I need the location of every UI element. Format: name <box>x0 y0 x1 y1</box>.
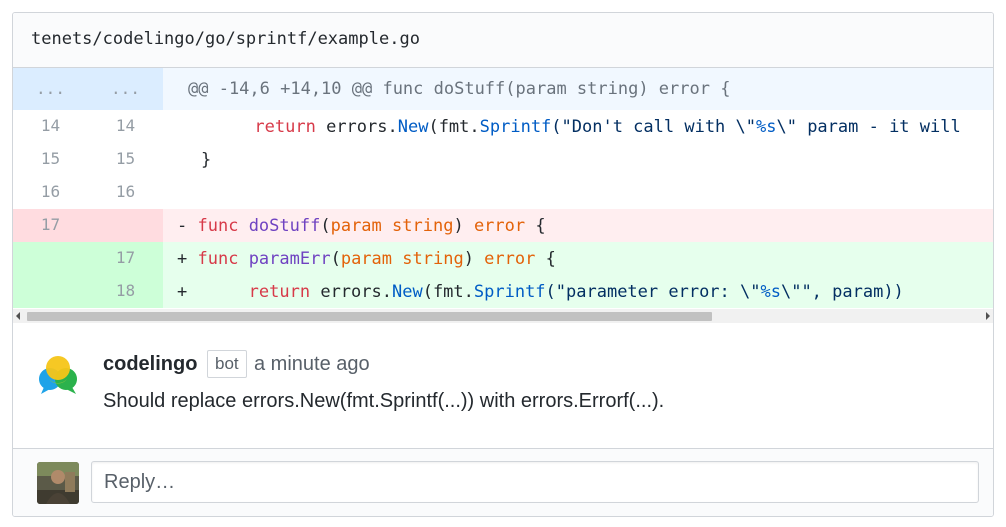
hunk-header-row: ... ... @@ -14,6 +14,10 @@ func doStuff(… <box>13 68 993 110</box>
comment: codelingo bot a minute ago Should replac… <box>13 324 993 448</box>
old-line-number[interactable]: 17 <box>13 209 88 242</box>
diff-table: ... ... @@ -14,6 +14,10 @@ func doStuff(… <box>13 68 993 309</box>
code-line: + return errors.New(fmt.Sprintf("paramet… <box>177 282 904 302</box>
expand-down-button[interactable]: ... <box>88 68 163 110</box>
file-header: tenets/codelingo/go/sprintf/example.go <box>13 13 993 68</box>
new-line-number[interactable]: 16 <box>88 176 163 209</box>
code-line: + func paramErr(param string) error { <box>177 249 556 269</box>
old-line-number[interactable]: 15 <box>13 143 88 176</box>
scroll-left-arrow-icon[interactable] <box>16 312 20 320</box>
diff-line-added-17: 17 + func paramErr(param string) error { <box>13 242 993 275</box>
code-line: return errors.New(fmt.Sprintf("Don't cal… <box>254 117 961 137</box>
reply-placeholder: Reply… <box>104 471 176 493</box>
user-avatar-icon[interactable] <box>37 462 79 504</box>
bot-badge: bot <box>207 350 247 378</box>
file-path[interactable]: tenets/codelingo/go/sprintf/example.go <box>31 29 420 49</box>
old-line-number[interactable] <box>13 242 88 275</box>
new-line-number[interactable]: 18 <box>88 275 163 308</box>
code-line: - func doStuff(param string) error { <box>177 216 546 236</box>
old-line-number[interactable]: 14 <box>13 110 88 143</box>
horizontal-scrollbar[interactable] <box>13 309 993 323</box>
scrollbar-thumb[interactable] <box>27 312 712 321</box>
code-line: } <box>201 150 212 170</box>
scroll-right-arrow-icon[interactable] <box>986 312 990 320</box>
reply-input[interactable]: Reply… <box>91 461 979 503</box>
diff-line-16: 16 16 <box>13 176 993 209</box>
new-line-number[interactable]: 14 <box>88 110 163 143</box>
review-comment-thread: tenets/codelingo/go/sprintf/example.go .… <box>12 12 994 517</box>
old-line-number[interactable]: 16 <box>13 176 88 209</box>
diff-line-14: 14 14 return errors.New(fmt.Sprintf("Don… <box>13 110 993 143</box>
comment-timestamp[interactable]: a minute ago <box>254 353 370 376</box>
expand-up-button[interactable]: ... <box>13 68 88 110</box>
hunk-header-text: @@ -14,6 +14,10 @@ func doStuff(param st… <box>188 79 731 99</box>
diff-line-deleted-17: 17 - func doStuff(param string) error { <box>13 209 993 242</box>
codelingo-logo-icon[interactable] <box>36 352 82 398</box>
comment-body: Should replace errors.New(fmt.Sprintf(..… <box>103 390 665 412</box>
new-line-number[interactable]: 17 <box>88 242 163 275</box>
diff-line-added-18: 18 + return errors.New(fmt.Sprintf("para… <box>13 275 993 308</box>
diff-line-15: 15 15 } <box>13 143 993 176</box>
new-line-number[interactable] <box>88 209 163 242</box>
comment-author[interactable]: codelingo <box>103 353 197 376</box>
new-line-number[interactable]: 15 <box>88 143 163 176</box>
reply-bar: Reply… <box>13 448 993 516</box>
old-line-number[interactable] <box>13 275 88 308</box>
